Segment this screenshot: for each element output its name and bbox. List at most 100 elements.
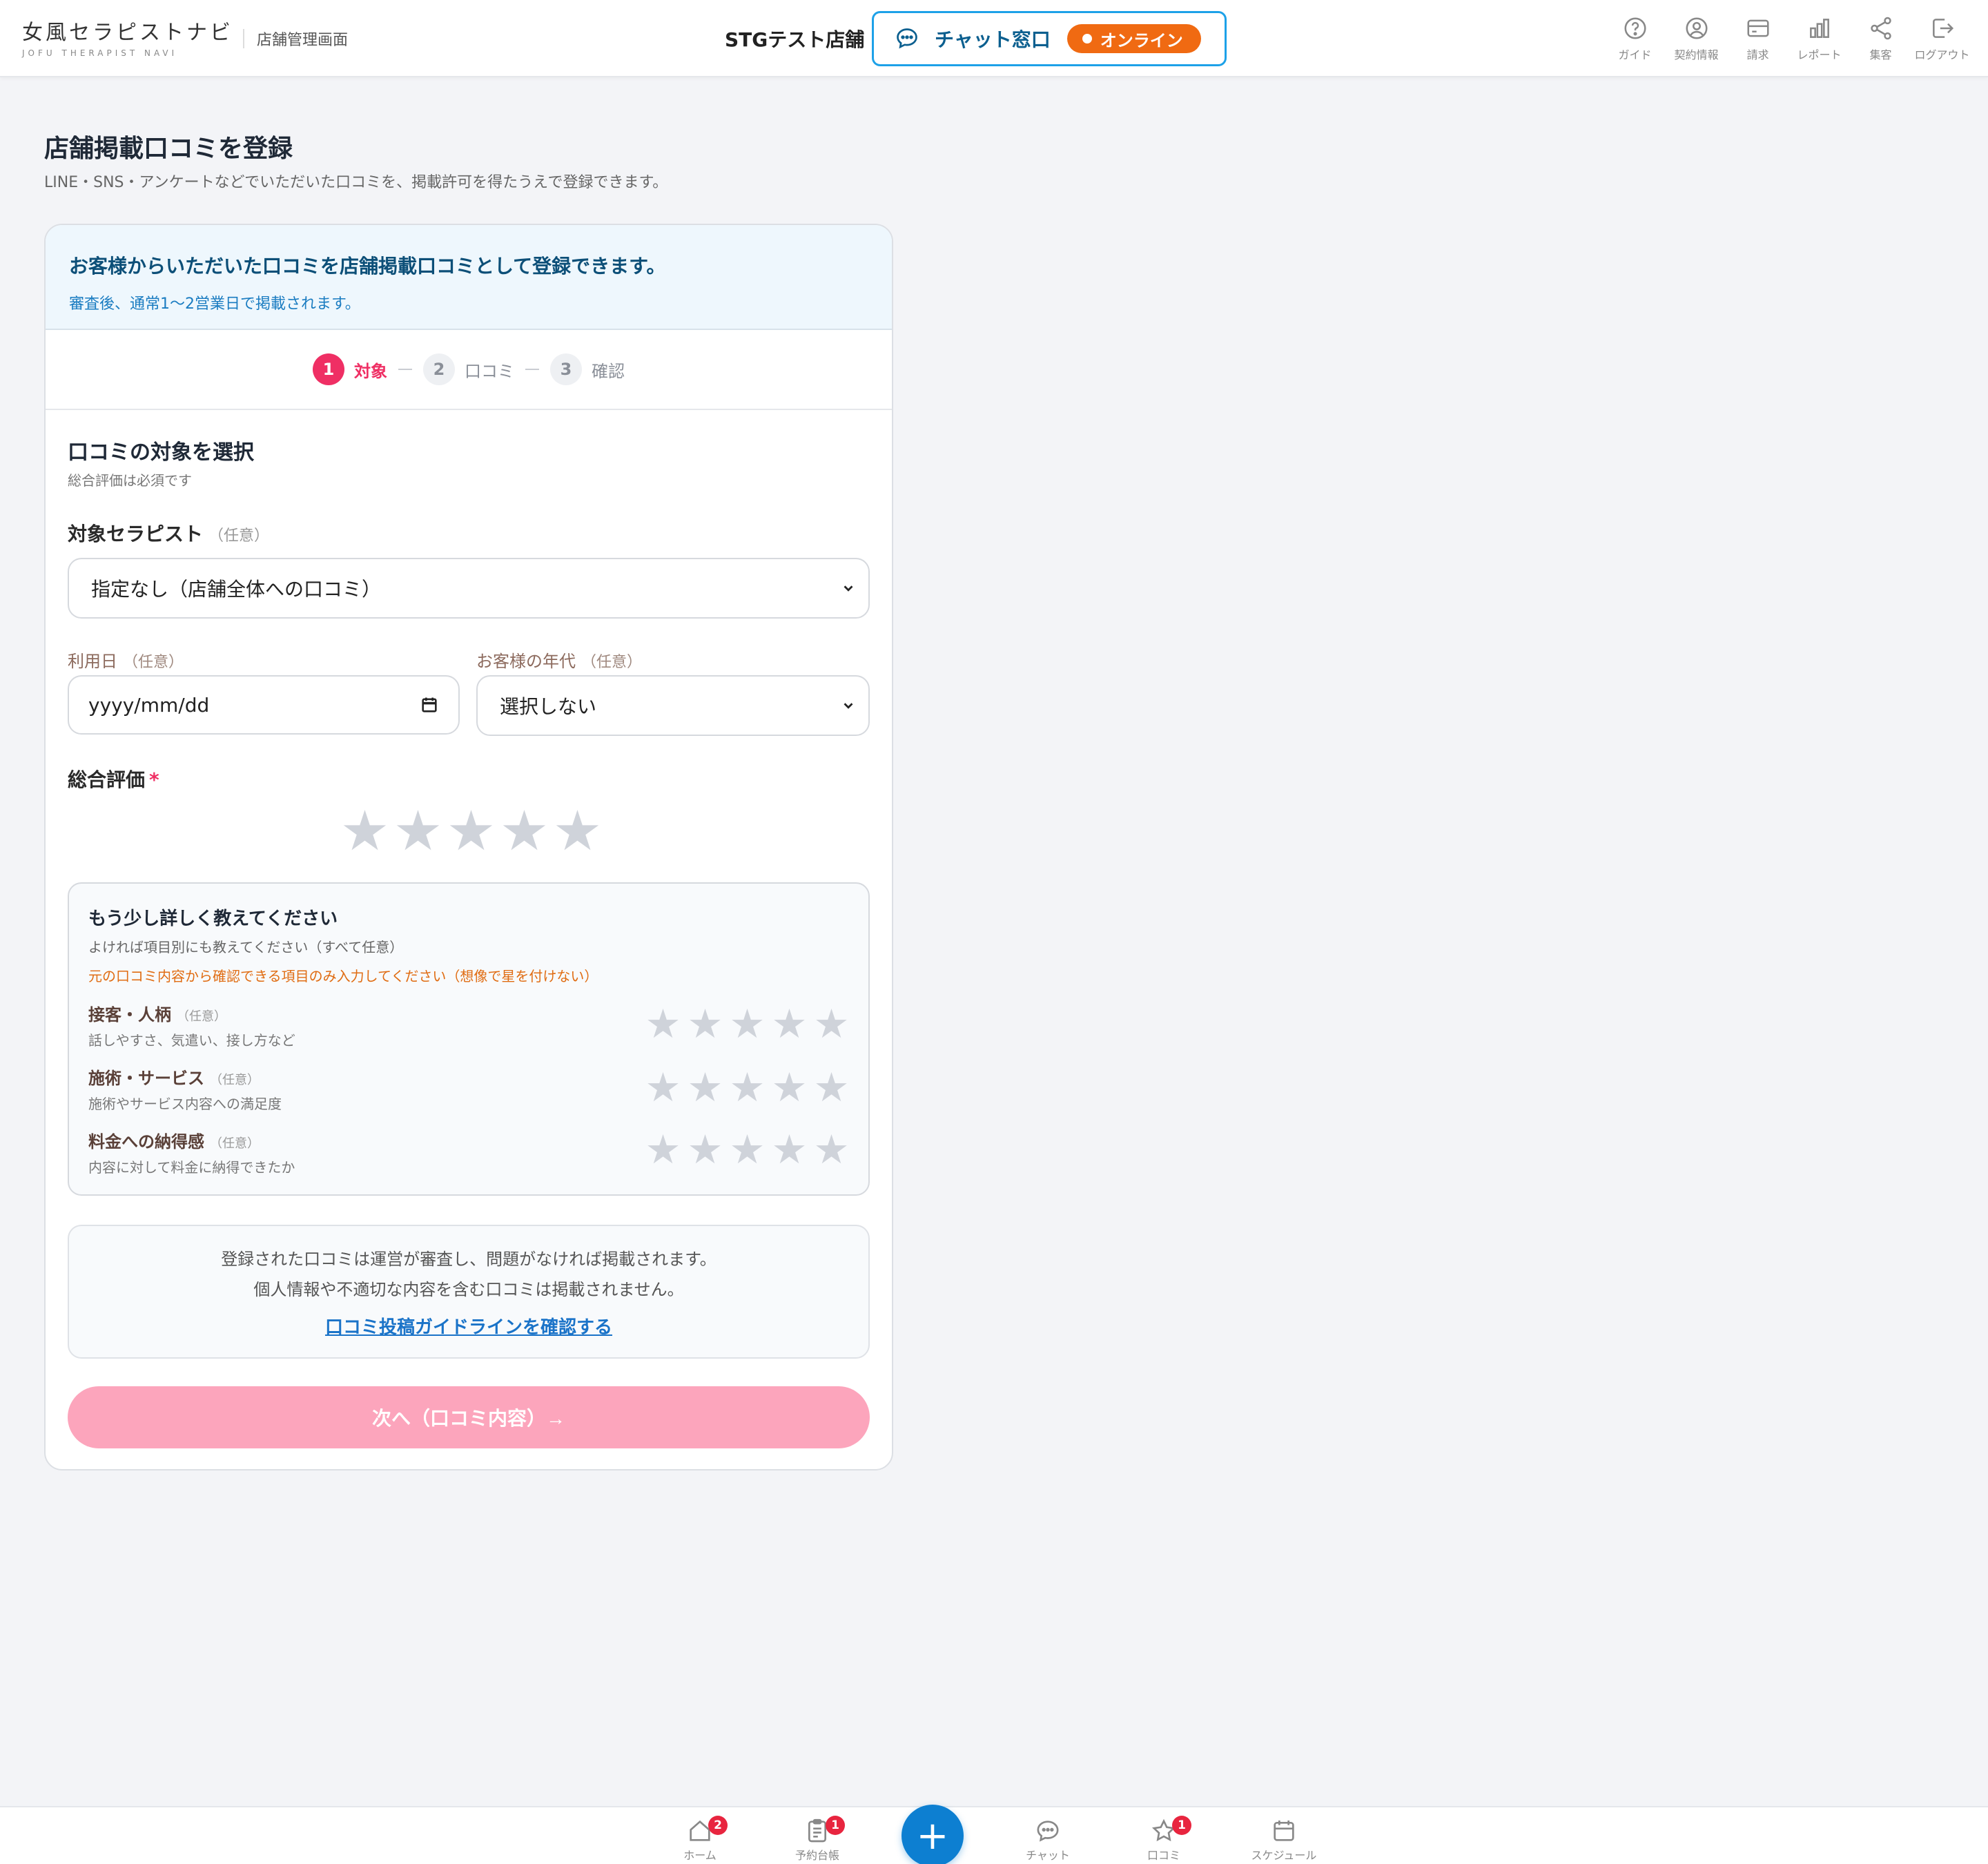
bottom-nav-label: ホーム: [683, 1849, 717, 1862]
rating-star[interactable]: ★: [642, 1067, 684, 1107]
optional-tag: （任意）: [208, 527, 270, 545]
notification-badge: 2: [708, 1816, 728, 1835]
nav-billing[interactable]: 請求: [1727, 15, 1789, 62]
step-number: 1: [313, 353, 344, 385]
bottom-nav-label: スケジュール: [1251, 1849, 1317, 1862]
criterion-service: 施術・サービス （任意） 施術やサービス内容への満足度: [88, 1065, 282, 1113]
overall-rating-stars: ★ ★ ★ ★ ★: [338, 804, 604, 859]
bottom-nav-label: 予約台帳: [795, 1849, 839, 1862]
rating-star[interactable]: ★: [768, 1067, 810, 1107]
rating-star[interactable]: ★: [810, 1067, 852, 1107]
therapist-field-label: 対象セラピスト （任意）: [68, 519, 269, 547]
chat-window-button[interactable]: チャット窓口 オンライン: [872, 11, 1227, 66]
therapist-select[interactable]: 指定なし（店舗全体への口コミ）: [68, 558, 870, 619]
notice-line-2: 個人情報や不適切な内容を含む口コミは掲載されません。: [253, 1280, 684, 1299]
rating-star[interactable]: ★: [684, 1067, 726, 1107]
nav-report[interactable]: レポート: [1789, 15, 1850, 62]
top-nav: ガイド 契約情報 請求 レポート 集客 ログアウト: [1604, 15, 1973, 62]
criterion-description: 内容に対して料金に納得できたか: [88, 1159, 295, 1176]
section-subtitle: 総合評価は必須です: [68, 472, 192, 489]
criterion-description: 施術やサービス内容への満足度: [88, 1096, 282, 1112]
optional-tag: （任意）: [210, 1136, 260, 1151]
rating-star[interactable]: ★: [768, 1004, 810, 1044]
bottom-nav-label: 口コミ: [1147, 1849, 1180, 1862]
info-banner-sub: 審査後、通常1〜2営業日で掲載されます。: [69, 295, 360, 313]
step-label: 確認: [592, 361, 625, 381]
rating-star[interactable]: ★: [642, 1004, 684, 1044]
rating-star[interactable]: ★: [642, 1129, 684, 1169]
bottom-nav: 2 ホーム 1 予約台帳 チャット 1 口コミ スケジュール: [0, 1806, 1988, 1864]
age-label-text: お客様の年代: [476, 652, 576, 671]
overall-rating-label: 総合評価 *: [68, 765, 159, 793]
online-status-text: オンライン: [1100, 30, 1183, 50]
chevron-down-icon: [844, 585, 853, 592]
site-logo[interactable]: 女風セラピストナビ JOFU THERAPIST NAVI: [22, 15, 233, 58]
rating-star[interactable]: ★: [684, 1004, 726, 1044]
nav-marketing[interactable]: 集客: [1850, 15, 1911, 62]
review-form-card: お客様からいただいた口コミを店舗掲載口コミとして登録できます。 審査後、通常1〜…: [44, 224, 893, 1470]
optional-tag: （任意）: [123, 654, 184, 671]
bar-chart-icon: [1809, 19, 1829, 38]
rating-star[interactable]: ★: [498, 804, 551, 859]
bottom-nav-label: チャット: [1026, 1849, 1070, 1862]
notification-badge: 1: [826, 1816, 845, 1835]
page-title: 店舗掲載口コミを登録: [44, 135, 293, 163]
nav-logout[interactable]: ログアウト: [1911, 15, 1973, 62]
bottom-nav-chat[interactable]: チャット: [1000, 1817, 1096, 1863]
rating-star[interactable]: ★: [726, 1129, 768, 1169]
date-input-placeholder: yyyy/mm/dd: [88, 693, 210, 717]
rating-star[interactable]: ★: [551, 804, 604, 859]
section-title: 口コミの対象を選択: [68, 440, 254, 465]
header-divider: [243, 29, 244, 48]
admin-label: 店舗管理画面: [257, 32, 349, 49]
rating-star[interactable]: ★: [726, 1067, 768, 1107]
page-subtitle: LINE・SNS・アンケートなどでいただいた口コミを、掲載許可を得たうえで登録で…: [44, 174, 668, 191]
rating-star[interactable]: ★: [810, 1004, 852, 1044]
calendar-icon: [1274, 1821, 1294, 1841]
store-name: STGテスト店舗: [725, 28, 865, 51]
step-label: 口コミ: [465, 361, 514, 381]
top-header: 女風セラピストナビ JOFU THERAPIST NAVI 店舗管理画面 STG…: [0, 0, 1988, 77]
detail-subtitle: よければ項目別にも教えてください（すべて任意）: [88, 939, 404, 955]
detail-ratings-box: もう少し詳しく教えてください よければ項目別にも教えてください（すべて任意） 元…: [68, 882, 870, 1196]
rating-star[interactable]: ★: [338, 804, 391, 859]
rating-star[interactable]: ★: [391, 804, 445, 859]
criterion-label: 接客・人柄: [88, 1005, 171, 1025]
stepper: 1 対象 2 口コミ 3 確認: [46, 330, 892, 410]
nav-guide[interactable]: ガイド: [1604, 15, 1666, 62]
step-separator: [398, 369, 412, 370]
online-status-badge: オンライン: [1066, 24, 1201, 53]
guideline-link[interactable]: 口コミ投稿ガイドラインを確認する: [325, 1313, 612, 1339]
age-select[interactable]: 選択しない: [476, 675, 870, 736]
rating-star[interactable]: ★: [684, 1129, 726, 1169]
info-banner: お客様からいただいた口コミを店舗掲載口コミとして登録できます。 審査後、通常1〜…: [46, 225, 892, 330]
logo-main-text: 女風セラピストナビ: [22, 21, 233, 45]
rating-star[interactable]: ★: [810, 1129, 852, 1169]
nav-contract[interactable]: 契約情報: [1666, 15, 1727, 62]
step-label: 対象: [354, 361, 387, 381]
add-button[interactable]: +: [902, 1805, 964, 1864]
rating-star[interactable]: ★: [768, 1129, 810, 1169]
detail-warning: 元の口コミ内容から確認できる項目のみ入力してください（想像で星を付けない）: [88, 968, 598, 984]
online-dot: [1082, 34, 1092, 43]
bottom-nav-reservations[interactable]: 1 予約台帳: [769, 1816, 866, 1863]
criterion-label: 施術・サービス: [88, 1069, 204, 1088]
optional-tag: （任意）: [581, 654, 643, 671]
overall-label-text: 総合評価: [68, 768, 146, 791]
rating-star[interactable]: ★: [445, 804, 498, 859]
bottom-nav-schedule[interactable]: スケジュール: [1236, 1817, 1332, 1863]
service-rating-stars: ★ ★ ★ ★ ★: [642, 1067, 852, 1107]
bottom-nav-home[interactable]: 2 ホーム: [652, 1816, 748, 1863]
logout-icon: [1932, 19, 1953, 38]
next-button[interactable]: 次へ（口コミ内容）→: [68, 1386, 870, 1448]
share-icon: [1870, 17, 1891, 40]
nav-billing-label: 請求: [1746, 48, 1769, 61]
date-input[interactable]: yyyy/mm/dd: [68, 675, 460, 735]
chevron-down-icon: [844, 703, 853, 709]
calendar-icon[interactable]: [420, 695, 439, 715]
help-circle-icon: [1624, 17, 1646, 39]
credit-card-icon: [1746, 19, 1769, 37]
bottom-nav-reviews[interactable]: 1 口コミ: [1115, 1816, 1212, 1863]
rating-star[interactable]: ★: [726, 1004, 768, 1044]
nav-logout-label: ログアウト: [1914, 48, 1970, 61]
